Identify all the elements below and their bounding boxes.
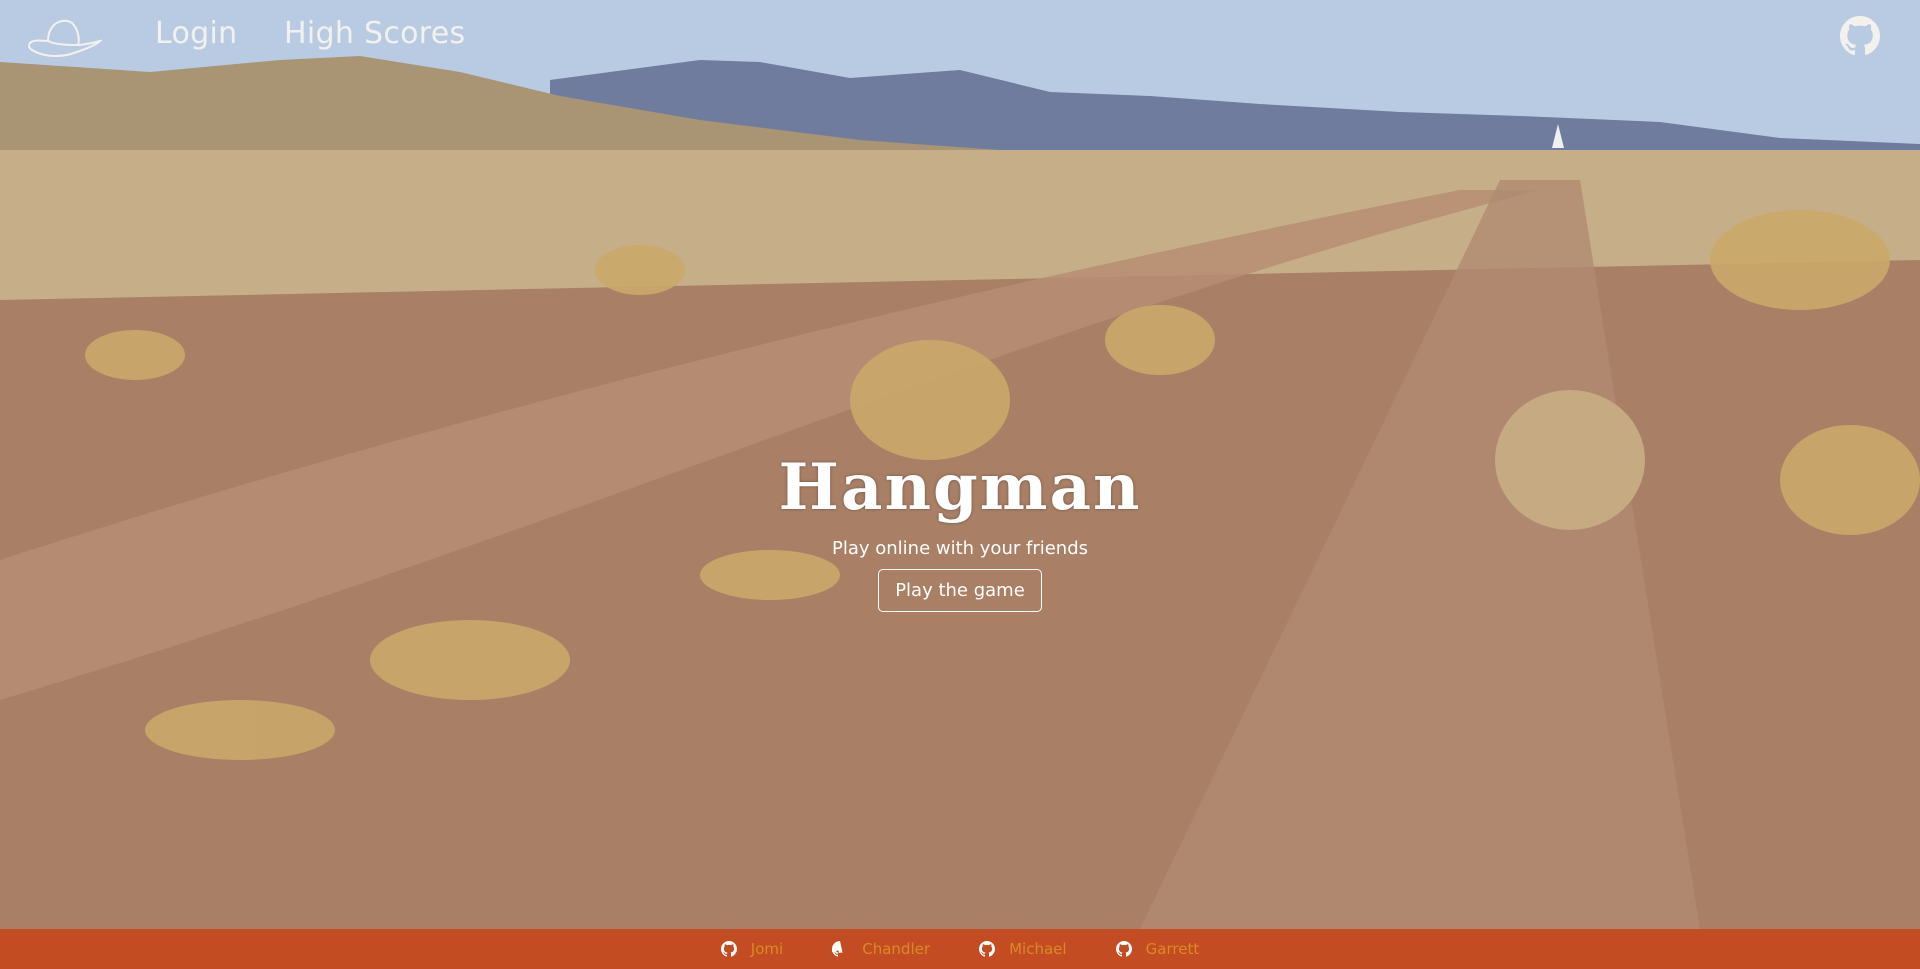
nav-login-link[interactable]: Login: [155, 16, 237, 51]
hero-subtitle: Play online with your friends: [831, 538, 1089, 559]
nav-high-scores-link[interactable]: High Scores: [284, 16, 465, 51]
github-icon: [1115, 941, 1132, 957]
github-icon: [832, 941, 843, 957]
credit-name: Michael: [1009, 940, 1067, 958]
credit-name: Jomi: [750, 940, 784, 958]
credit-link-jomi[interactable]: Jomi: [720, 929, 784, 969]
hero-section: Hangman Play online with your friends Pl…: [0, 452, 1920, 612]
top-navbar: Login High Scores: [0, 0, 1920, 76]
github-icon[interactable]: [1840, 16, 1880, 56]
github-icon: [720, 941, 737, 957]
credit-link-chandler[interactable]: Chandler: [832, 929, 930, 969]
github-icon: [979, 941, 996, 957]
cowboy-hat-icon[interactable]: [26, 15, 104, 65]
footer: Jomi Chandler Michael Garrett: [0, 929, 1920, 969]
page-title: Hangman: [778, 450, 1142, 525]
credit-link-michael[interactable]: Michael: [979, 929, 1067, 969]
credit-name: Garrett: [1145, 940, 1200, 958]
credit-link-garrett[interactable]: Garrett: [1115, 929, 1200, 969]
play-game-button[interactable]: Play the game: [878, 569, 1042, 612]
credit-name: Chandler: [862, 940, 931, 958]
